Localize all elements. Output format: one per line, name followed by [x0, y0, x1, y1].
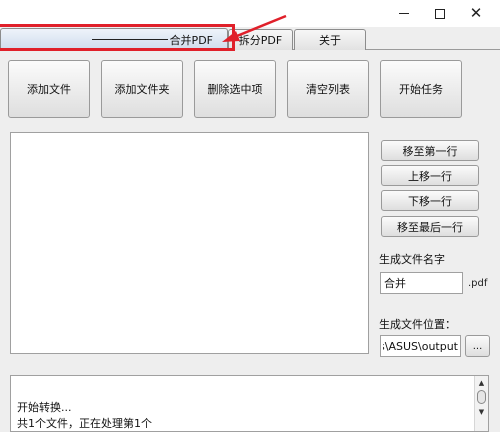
move-last-button[interactable]: 移至最后一行 [381, 216, 479, 237]
browse-button[interactable]: ... [465, 335, 490, 357]
tab-split-pdf[interactable]: 拆分PDF [228, 29, 293, 50]
output-name-label: 生成文件名字 [379, 253, 445, 266]
merge-panel: 添加文件 添加文件夹 删除选中项 清空列表 开始任务 移至第一行 上移一行 下移… [0, 51, 500, 432]
add-file-button[interactable]: 添加文件 [8, 60, 90, 118]
scroll-up-icon[interactable]: ▲ [475, 377, 488, 389]
output-location-input[interactable] [380, 335, 461, 357]
tab-label: 关于 [319, 34, 341, 47]
scroll-thumb[interactable] [477, 390, 486, 404]
log-area[interactable]: 开始转换... 共1个文件，正在处理第1个 ▲ ▼ [10, 375, 489, 432]
tab-label: 拆分PDF [238, 34, 283, 47]
title-bar: ✕ [0, 0, 500, 27]
move-up-button[interactable]: 上移一行 [381, 165, 479, 186]
delete-selected-button[interactable]: 删除选中项 [194, 60, 276, 118]
move-down-button[interactable]: 下移一行 [381, 190, 479, 211]
scroll-down-icon[interactable]: ▼ [475, 406, 488, 418]
tab-strip: 合并PDF 拆分PDF 关于 [0, 27, 500, 50]
output-location-label: 生成文件位置： [379, 318, 456, 331]
add-folder-button[interactable]: 添加文件夹 [101, 60, 183, 118]
close-button[interactable]: ✕ [458, 0, 494, 27]
minimize-button[interactable] [386, 0, 422, 27]
pdf-extension-label: .pdf [468, 278, 488, 289]
minimize-icon [399, 13, 409, 14]
tab-about[interactable]: 关于 [294, 29, 366, 50]
tab-label: 合并PDF [169, 33, 213, 47]
clear-list-button[interactable]: 清空列表 [287, 60, 369, 118]
log-line: 开始转换... [17, 401, 72, 414]
log-line: 共1个文件，正在处理第1个 [17, 417, 152, 430]
maximize-icon [435, 8, 445, 19]
start-task-button[interactable]: 开始任务 [380, 60, 462, 118]
output-name-input[interactable] [380, 272, 463, 294]
tab-underline-mark [91, 39, 168, 40]
move-first-button[interactable]: 移至第一行 [381, 140, 479, 161]
tab-merge-pdf[interactable]: 合并PDF [0, 28, 228, 50]
maximize-button[interactable] [422, 0, 458, 27]
file-list[interactable] [10, 132, 369, 354]
close-icon: ✕ [469, 4, 483, 22]
log-scrollbar[interactable]: ▲ ▼ [474, 376, 488, 431]
